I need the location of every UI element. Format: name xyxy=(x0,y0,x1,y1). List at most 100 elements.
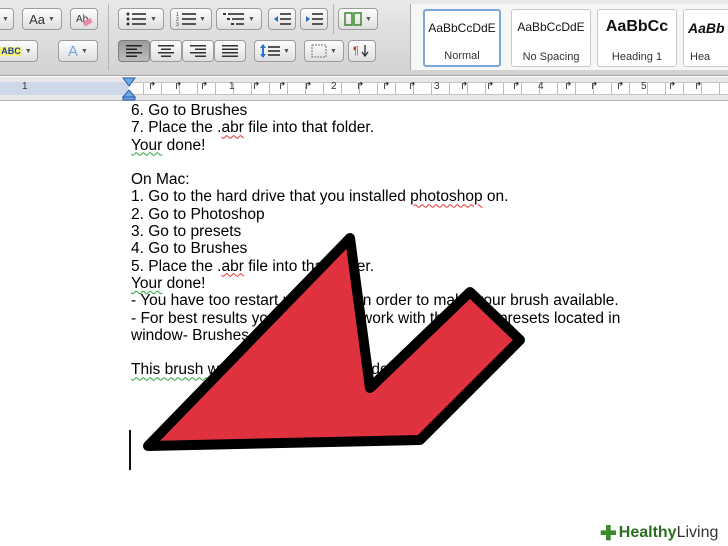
align-right-button[interactable] xyxy=(182,40,214,62)
tab-stop-icon[interactable]: ↱ xyxy=(304,81,312,92)
tab-stop-icon[interactable]: ↱ xyxy=(278,81,286,92)
font-color-icon: A xyxy=(68,42,79,60)
tab-stop-icon[interactable]: ↱ xyxy=(460,81,468,92)
chevron-down-icon: ▼ xyxy=(330,47,337,55)
indent-icon xyxy=(306,13,323,25)
document-line[interactable] xyxy=(131,344,728,361)
tab-stop-icon[interactable]: ↱ xyxy=(616,81,624,92)
document-page[interactable]: 6. Go to Brushes 7. Place the .abr file i… xyxy=(0,102,728,546)
columns-button[interactable]: ▼ xyxy=(338,8,378,30)
style-heading-2[interactable]: AaBb Hea xyxy=(683,9,728,67)
style-sample-text: AaBbCcDdE xyxy=(517,20,585,34)
style-name-label: Heading 1 xyxy=(611,51,663,63)
borders-button[interactable]: ▼ xyxy=(304,40,344,62)
align-left-icon xyxy=(126,45,142,57)
ruler-number: 3 xyxy=(434,81,440,92)
text-run: abr xyxy=(221,257,244,275)
tab-stop-icon[interactable]: ↱ xyxy=(694,81,702,92)
align-left-button[interactable] xyxy=(118,40,150,62)
borders-icon xyxy=(311,44,327,58)
style-name-label: Hea xyxy=(690,51,711,63)
columns-icon xyxy=(344,12,362,26)
document-line[interactable]: window- Brushes xyxy=(131,327,728,344)
document-line[interactable]: 5. Place the .abr file into that folder. xyxy=(131,258,728,275)
tab-stop-icon[interactable]: ↱ xyxy=(174,81,182,92)
justify-button[interactable] xyxy=(214,40,246,62)
document-line[interactable]: 6. Go to Brushes xyxy=(131,102,728,119)
style-no-spacing[interactable]: AaBbCcDdE No Spacing xyxy=(511,9,591,67)
bullets-button[interactable]: ▼ xyxy=(118,8,164,30)
text-run: done! xyxy=(162,274,206,292)
watermark-brand-prefix: Healthy xyxy=(618,524,677,541)
clear-formatting-button[interactable]: Ab xyxy=(70,8,98,30)
style-sample-text: AaBbCcDdE xyxy=(428,21,496,35)
chevron-down-icon: ▼ xyxy=(365,15,372,23)
document-line[interactable]: 4. Go to Brushes xyxy=(131,240,728,257)
font-color-button[interactable]: A ▼ xyxy=(58,40,98,62)
ribbon-toolbar: ▼ Aa ▼ Ab ▼ 1 2 3 ▼ ▼ ▼ ABC ▼ A ▼ ▼ ▼ ¶ … xyxy=(0,0,728,76)
text-run: Your xyxy=(131,136,163,154)
tab-stop-icon[interactable]: ↱ xyxy=(148,81,156,92)
indent-marker-icon[interactable] xyxy=(122,77,136,101)
document-line[interactable]: Your done! xyxy=(131,275,728,292)
styles-gallery: AaBbCcDdE Normal AaBbCcDdE No Spacing Aa… xyxy=(410,4,728,70)
decrease-indent-button[interactable] xyxy=(268,8,296,30)
tab-stop-icon[interactable]: ↱ xyxy=(356,81,364,92)
text-run: someone.deviantart.com xyxy=(303,361,474,379)
text-run: 2. Go to Photoshop xyxy=(131,205,265,223)
document-line[interactable]: 7. Place the .abr file into that folder. xyxy=(131,119,728,136)
line-spacing-button[interactable]: ▼ xyxy=(254,40,296,62)
tab-stop-icon[interactable]: ↱ xyxy=(512,81,520,92)
format-dropdown[interactable]: ▼ xyxy=(0,8,14,30)
document-line[interactable]: 2. Go to Photoshop xyxy=(131,206,728,223)
align-center-icon xyxy=(158,45,174,57)
document-line[interactable]: This brush was made by someone.deviantar… xyxy=(131,361,728,378)
text-run: photoshop xyxy=(410,188,483,206)
text-run: 3. Go to presets xyxy=(131,223,242,241)
document-line[interactable]: 1. Go to the hard drive that you install… xyxy=(131,188,728,205)
style-heading-1[interactable]: AaBbCc Heading 1 xyxy=(597,9,677,67)
chevron-down-icon: ▼ xyxy=(47,15,55,23)
horizontal-ruler[interactable]: 1 1 2 3 4 5 ↱ ↱ ↱ ↱ ↱ ↱ ↱ ↱ ↱ ↱ ↱ ↱ ↱ ↱ … xyxy=(0,77,728,101)
justify-icon xyxy=(222,45,238,57)
document-line[interactable]: Your done! xyxy=(131,137,728,154)
chevron-down-icon: ▼ xyxy=(150,15,157,23)
document-body[interactable]: 6. Go to Brushes 7. Place the .abr file i… xyxy=(131,102,728,379)
clear-formatting-icon: Ab xyxy=(76,14,93,27)
document-line[interactable]: 3. Go to presets xyxy=(131,223,728,240)
tab-stop-icon[interactable]: ↱ xyxy=(564,81,572,92)
chevron-down-icon: ▼ xyxy=(248,15,255,23)
text-cursor xyxy=(129,430,131,470)
document-line[interactable]: - You have too restart photoshop in orde… xyxy=(131,292,728,309)
chevron-down-icon: ▼ xyxy=(199,15,206,23)
text-run: 7. Place the . xyxy=(131,119,222,137)
font-case-icon: Aa xyxy=(29,11,45,27)
multilevel-list-button[interactable]: ▼ xyxy=(216,8,262,30)
align-center-button[interactable] xyxy=(150,40,182,62)
text-run: 4. Go to Brushes xyxy=(131,240,248,258)
numbering-button[interactable]: 1 2 3 ▼ xyxy=(170,8,212,30)
tab-stop-icon[interactable]: ↱ xyxy=(590,81,598,92)
style-sample-text: AaBbCc xyxy=(605,18,669,35)
tab-stop-icon[interactable]: ↱ xyxy=(252,81,260,92)
highlight-color-button[interactable]: ABC ▼ xyxy=(0,40,38,62)
chevron-down-icon: ▼ xyxy=(24,47,32,55)
document-line[interactable]: - For best results you will want to work… xyxy=(131,310,728,327)
text-run: file into that folder. xyxy=(243,119,374,137)
show-formatting-button[interactable]: ¶ xyxy=(348,40,376,62)
svg-text:3: 3 xyxy=(176,22,179,26)
document-line[interactable] xyxy=(131,154,728,171)
multilevel-list-icon xyxy=(223,13,245,25)
change-case-button[interactable]: Aa ▼ xyxy=(22,8,62,30)
text-run: abr xyxy=(221,119,244,137)
text-run: - You have too restart photoshop in orde… xyxy=(131,292,619,310)
tab-stop-icon[interactable]: ↱ xyxy=(408,81,416,92)
tab-stop-icon[interactable]: ↱ xyxy=(668,81,676,92)
style-normal[interactable]: AaBbCcDdE Normal xyxy=(423,9,501,67)
tab-stop-icon[interactable]: ↱ xyxy=(486,81,494,92)
tab-stop-icon[interactable]: ↱ xyxy=(200,81,208,92)
tab-stop-icon[interactable]: ↱ xyxy=(382,81,390,92)
document-line[interactable]: On Mac: xyxy=(131,171,728,188)
increase-indent-button[interactable] xyxy=(300,8,328,30)
ruler-number: 2 xyxy=(331,81,337,92)
